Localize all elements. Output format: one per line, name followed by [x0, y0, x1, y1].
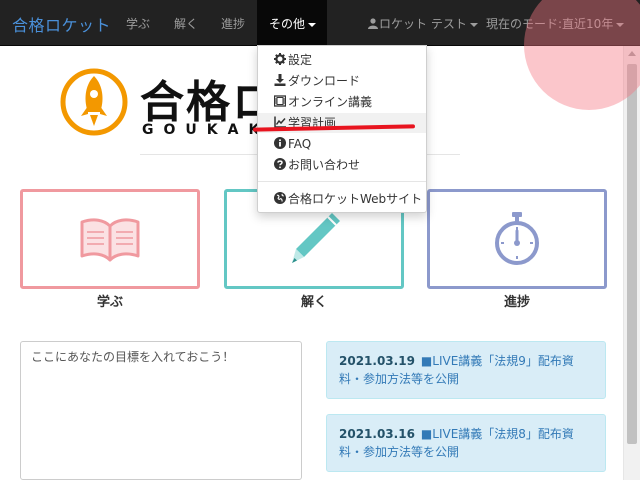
tile-progress-label: 進捗: [503, 295, 530, 310]
tile-learn[interactable]: [20, 189, 200, 289]
pencil-icon: [292, 213, 340, 263]
nav-progress[interactable]: 進捗: [221, 15, 245, 32]
book-icon: [80, 218, 140, 262]
tile-progress[interactable]: [427, 189, 607, 289]
cursor-highlight: [524, 0, 640, 110]
menu-item-online-lecture[interactable]: オンライン講義: [258, 92, 426, 112]
nav-solve[interactable]: 解く: [174, 15, 198, 32]
goal-textarea[interactable]: ここにあなたの目標を入れておこう！: [20, 341, 302, 480]
user-icon: [368, 18, 378, 29]
globe-icon: [274, 192, 286, 204]
menu-item-label: 合格ロケットWebサイト: [288, 192, 423, 206]
rocket-logo-icon: [60, 68, 128, 136]
tile-solve-label: 解く: [300, 295, 327, 310]
download-icon: [274, 74, 286, 86]
stopwatch-icon: [495, 212, 539, 265]
nav-other-menu[interactable]: その他: [257, 0, 327, 45]
caret-down-icon: [308, 22, 317, 27]
menu-item-label: オンライン講義: [288, 95, 373, 109]
brand-link[interactable]: 合格ロケット: [12, 12, 111, 36]
menu-item-faq[interactable]: FAQ: [258, 134, 426, 154]
menu-item-label: FAQ: [288, 137, 312, 151]
nav-other-label: その他: [269, 17, 306, 31]
user-name: ロケット テスト: [379, 17, 467, 31]
tile-learn-label: 学ぶ: [96, 295, 123, 310]
gear-icon: [274, 53, 286, 65]
page-scrollbar[interactable]: [623, 46, 640, 480]
scrollbar-thumb[interactable]: [627, 64, 637, 444]
user-menu[interactable]: ロケット テスト: [368, 15, 478, 32]
menu-item-label: お問い合わせ: [288, 158, 361, 172]
caret-down-icon: [469, 22, 478, 27]
menu-item-settings[interactable]: 設定: [258, 50, 426, 70]
news-date: 2021.03.16: [339, 427, 415, 441]
menu-item-website[interactable]: 合格ロケットWebサイト: [258, 189, 426, 209]
logo-text-en: GOUKAK: [142, 122, 270, 138]
question-icon: [274, 158, 286, 170]
nav-learn[interactable]: 学ぶ: [126, 15, 150, 32]
menu-divider: [258, 181, 426, 182]
info-icon: [274, 137, 286, 149]
menu-item-download[interactable]: ダウンロード: [258, 71, 426, 91]
film-icon: [274, 95, 286, 107]
news-item[interactable]: 2021.03.16 ■LIVE講義「法規8」配布資料・参加方法等を公開: [326, 414, 606, 472]
news-date: 2021.03.19: [339, 354, 415, 368]
goal-placeholder: ここにあなたの目標を入れておこう！: [31, 350, 235, 364]
menu-item-label: ダウンロード: [288, 74, 361, 88]
news-item[interactable]: 2021.03.19 ■LIVE講義「法規9」配布資料・参加方法等を公開: [326, 341, 606, 399]
menu-item-contact[interactable]: お問い合わせ: [258, 155, 426, 175]
menu-item-label: 設定: [288, 53, 313, 67]
